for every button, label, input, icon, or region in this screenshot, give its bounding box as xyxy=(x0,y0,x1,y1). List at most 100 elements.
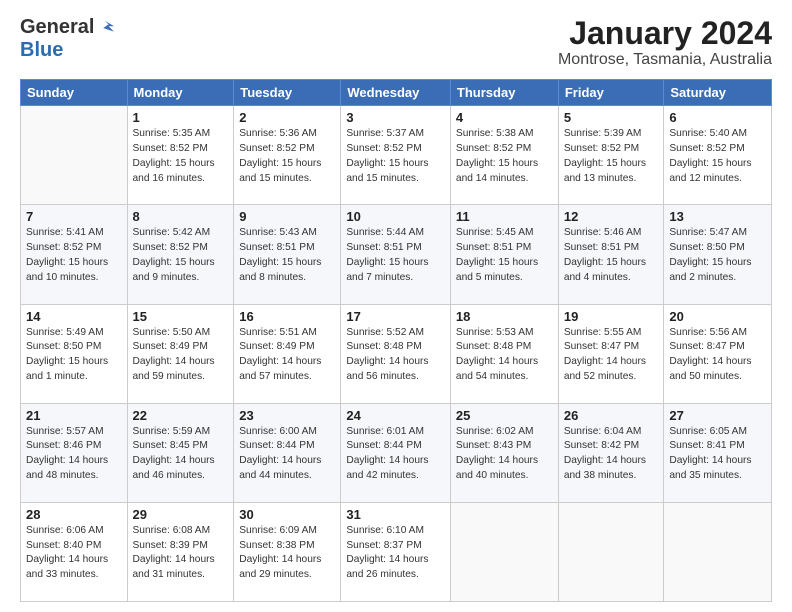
day-number: 27 xyxy=(669,408,766,423)
day-info: Sunrise: 6:01 AMSunset: 8:44 PMDaylight:… xyxy=(346,426,428,481)
day-number: 31 xyxy=(346,507,445,522)
day-number: 3 xyxy=(346,110,445,125)
day-info: Sunrise: 5:53 AMSunset: 8:48 PMDaylight:… xyxy=(456,327,538,382)
day-number: 11 xyxy=(456,209,553,224)
table-cell: 26 Sunrise: 6:04 AMSunset: 8:42 PMDaylig… xyxy=(558,403,664,502)
day-info: Sunrise: 6:08 AMSunset: 8:39 PMDaylight:… xyxy=(133,525,215,580)
calendar-header-row: Sunday Monday Tuesday Wednesday Thursday… xyxy=(21,80,772,106)
table-cell: 16 Sunrise: 5:51 AMSunset: 8:49 PMDaylig… xyxy=(234,304,341,403)
table-cell: 30 Sunrise: 6:09 AMSunset: 8:38 PMDaylig… xyxy=(234,502,341,601)
calendar-week-row: 14 Sunrise: 5:49 AMSunset: 8:50 PMDaylig… xyxy=(21,304,772,403)
col-thursday: Thursday xyxy=(450,80,558,106)
col-friday: Friday xyxy=(558,80,664,106)
location: Montrose, Tasmania, Australia xyxy=(558,51,772,69)
day-number: 14 xyxy=(26,309,122,324)
day-number: 5 xyxy=(564,110,659,125)
day-number: 1 xyxy=(133,110,229,125)
table-cell: 7 Sunrise: 5:41 AMSunset: 8:52 PMDayligh… xyxy=(21,205,128,304)
table-cell: 15 Sunrise: 5:50 AMSunset: 8:49 PMDaylig… xyxy=(127,304,234,403)
month-title: January 2024 xyxy=(558,16,772,51)
day-number: 20 xyxy=(669,309,766,324)
table-cell: 2 Sunrise: 5:36 AMSunset: 8:52 PMDayligh… xyxy=(234,106,341,205)
day-number: 4 xyxy=(456,110,553,125)
table-cell: 24 Sunrise: 6:01 AMSunset: 8:44 PMDaylig… xyxy=(341,403,451,502)
table-cell: 31 Sunrise: 6:10 AMSunset: 8:37 PMDaylig… xyxy=(341,502,451,601)
table-cell: 23 Sunrise: 6:00 AMSunset: 8:44 PMDaylig… xyxy=(234,403,341,502)
table-cell xyxy=(450,502,558,601)
day-info: Sunrise: 5:51 AMSunset: 8:49 PMDaylight:… xyxy=(239,327,321,382)
calendar-table: Sunday Monday Tuesday Wednesday Thursday… xyxy=(20,79,772,602)
day-info: Sunrise: 5:35 AMSunset: 8:52 PMDaylight:… xyxy=(133,128,215,183)
day-number: 10 xyxy=(346,209,445,224)
day-info: Sunrise: 5:38 AMSunset: 8:52 PMDaylight:… xyxy=(456,128,538,183)
day-info: Sunrise: 5:41 AMSunset: 8:52 PMDaylight:… xyxy=(26,227,108,282)
day-number: 22 xyxy=(133,408,229,423)
table-cell: 12 Sunrise: 5:46 AMSunset: 8:51 PMDaylig… xyxy=(558,205,664,304)
logo-general-text: General xyxy=(20,16,94,39)
day-number: 7 xyxy=(26,209,122,224)
day-number: 23 xyxy=(239,408,335,423)
day-info: Sunrise: 6:04 AMSunset: 8:42 PMDaylight:… xyxy=(564,426,646,481)
day-number: 17 xyxy=(346,309,445,324)
day-number: 30 xyxy=(239,507,335,522)
col-sunday: Sunday xyxy=(21,80,128,106)
day-number: 8 xyxy=(133,209,229,224)
table-cell: 10 Sunrise: 5:44 AMSunset: 8:51 PMDaylig… xyxy=(341,205,451,304)
table-cell xyxy=(664,502,772,601)
day-info: Sunrise: 5:37 AMSunset: 8:52 PMDaylight:… xyxy=(346,128,428,183)
day-number: 15 xyxy=(133,309,229,324)
day-info: Sunrise: 5:42 AMSunset: 8:52 PMDaylight:… xyxy=(133,227,215,282)
day-info: Sunrise: 5:49 AMSunset: 8:50 PMDaylight:… xyxy=(26,327,108,382)
day-number: 26 xyxy=(564,408,659,423)
table-cell: 28 Sunrise: 6:06 AMSunset: 8:40 PMDaylig… xyxy=(21,502,128,601)
table-cell: 13 Sunrise: 5:47 AMSunset: 8:50 PMDaylig… xyxy=(664,205,772,304)
table-cell: 5 Sunrise: 5:39 AMSunset: 8:52 PMDayligh… xyxy=(558,106,664,205)
col-monday: Monday xyxy=(127,80,234,106)
day-number: 9 xyxy=(239,209,335,224)
day-info: Sunrise: 5:45 AMSunset: 8:51 PMDaylight:… xyxy=(456,227,538,282)
day-info: Sunrise: 6:05 AMSunset: 8:41 PMDaylight:… xyxy=(669,426,751,481)
col-saturday: Saturday xyxy=(664,80,772,106)
day-info: Sunrise: 5:56 AMSunset: 8:47 PMDaylight:… xyxy=(669,327,751,382)
table-cell: 22 Sunrise: 5:59 AMSunset: 8:45 PMDaylig… xyxy=(127,403,234,502)
calendar-week-row: 21 Sunrise: 5:57 AMSunset: 8:46 PMDaylig… xyxy=(21,403,772,502)
table-cell xyxy=(558,502,664,601)
table-cell: 20 Sunrise: 5:56 AMSunset: 8:47 PMDaylig… xyxy=(664,304,772,403)
table-cell: 21 Sunrise: 5:57 AMSunset: 8:46 PMDaylig… xyxy=(21,403,128,502)
day-info: Sunrise: 5:59 AMSunset: 8:45 PMDaylight:… xyxy=(133,426,215,481)
day-info: Sunrise: 5:39 AMSunset: 8:52 PMDaylight:… xyxy=(564,128,646,183)
day-number: 24 xyxy=(346,408,445,423)
day-info: Sunrise: 5:40 AMSunset: 8:52 PMDaylight:… xyxy=(669,128,751,183)
day-number: 16 xyxy=(239,309,335,324)
day-number: 12 xyxy=(564,209,659,224)
table-cell: 6 Sunrise: 5:40 AMSunset: 8:52 PMDayligh… xyxy=(664,106,772,205)
day-info: Sunrise: 6:00 AMSunset: 8:44 PMDaylight:… xyxy=(239,426,321,481)
calendar-page: General Blue January 2024 Montrose, Tasm… xyxy=(0,0,792,612)
logo-blue-text: Blue xyxy=(20,39,63,62)
table-cell xyxy=(21,106,128,205)
table-cell: 25 Sunrise: 6:02 AMSunset: 8:43 PMDaylig… xyxy=(450,403,558,502)
day-info: Sunrise: 5:46 AMSunset: 8:51 PMDaylight:… xyxy=(564,227,646,282)
day-info: Sunrise: 6:09 AMSunset: 8:38 PMDaylight:… xyxy=(239,525,321,580)
day-info: Sunrise: 6:06 AMSunset: 8:40 PMDaylight:… xyxy=(26,525,108,580)
table-cell: 4 Sunrise: 5:38 AMSunset: 8:52 PMDayligh… xyxy=(450,106,558,205)
day-number: 29 xyxy=(133,507,229,522)
day-info: Sunrise: 5:57 AMSunset: 8:46 PMDaylight:… xyxy=(26,426,108,481)
col-wednesday: Wednesday xyxy=(341,80,451,106)
day-number: 28 xyxy=(26,507,122,522)
day-info: Sunrise: 6:10 AMSunset: 8:37 PMDaylight:… xyxy=(346,525,428,580)
day-number: 13 xyxy=(669,209,766,224)
day-number: 25 xyxy=(456,408,553,423)
header: General Blue January 2024 Montrose, Tasm… xyxy=(20,16,772,69)
logo-bird-icon xyxy=(96,19,114,37)
day-info: Sunrise: 5:43 AMSunset: 8:51 PMDaylight:… xyxy=(239,227,321,282)
table-cell: 29 Sunrise: 6:08 AMSunset: 8:39 PMDaylig… xyxy=(127,502,234,601)
day-number: 6 xyxy=(669,110,766,125)
table-cell: 18 Sunrise: 5:53 AMSunset: 8:48 PMDaylig… xyxy=(450,304,558,403)
table-cell: 19 Sunrise: 5:55 AMSunset: 8:47 PMDaylig… xyxy=(558,304,664,403)
day-info: Sunrise: 5:52 AMSunset: 8:48 PMDaylight:… xyxy=(346,327,428,382)
day-number: 2 xyxy=(239,110,335,125)
day-info: Sunrise: 6:02 AMSunset: 8:43 PMDaylight:… xyxy=(456,426,538,481)
table-cell: 14 Sunrise: 5:49 AMSunset: 8:50 PMDaylig… xyxy=(21,304,128,403)
day-info: Sunrise: 5:44 AMSunset: 8:51 PMDaylight:… xyxy=(346,227,428,282)
